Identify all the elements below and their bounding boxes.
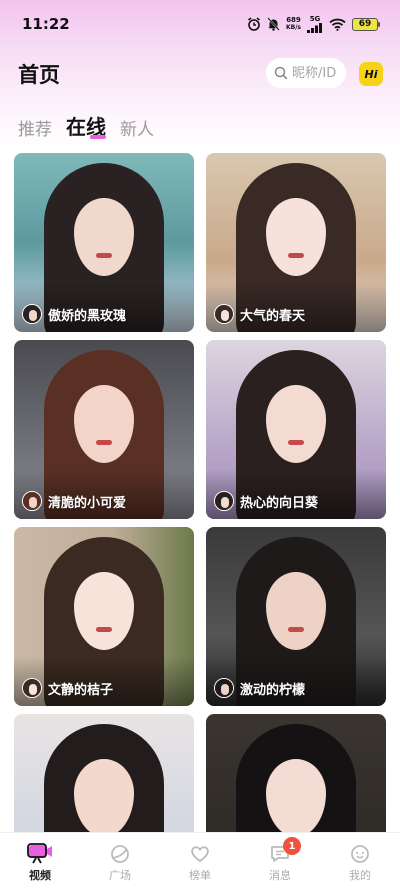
video-icon <box>27 843 53 865</box>
nav-profile[interactable]: 我的 <box>320 843 400 883</box>
avatar <box>22 491 42 511</box>
net-speed-value: 689 <box>286 16 301 24</box>
avatar <box>22 304 42 324</box>
nav-messages[interactable]: 1 消息 <box>240 837 320 883</box>
search-icon <box>274 66 288 80</box>
search-input[interactable] <box>292 65 350 81</box>
avatar <box>214 678 234 698</box>
user-card[interactable]: 大气的春天 <box>206 153 386 332</box>
user-nickname: 文静的桔子 <box>48 682 114 698</box>
avatar <box>214 491 234 511</box>
user-info: 大气的春天 <box>214 304 305 324</box>
unread-badge: 1 <box>283 837 301 855</box>
avatar <box>214 304 234 324</box>
tab-recommend[interactable]: 推荐 <box>18 115 52 140</box>
nav-square[interactable]: 广场 <box>80 843 160 883</box>
wifi-icon <box>329 18 346 31</box>
nav-label: 广场 <box>109 869 131 882</box>
header: 首页 Hi <box>0 56 400 92</box>
status-time: 11:22 <box>22 15 70 33</box>
net-speed-unit: KB/s <box>286 24 301 31</box>
tab-bar: 推荐 在线 新人 <box>18 108 154 140</box>
nav-label: 我的 <box>349 869 371 882</box>
user-nickname: 大气的春天 <box>240 308 306 324</box>
profile-icon <box>349 843 371 865</box>
user-card[interactable]: 傲娇的黑玫瑰 <box>14 153 194 332</box>
avatar <box>22 678 42 698</box>
cellular-signal-icon: 5G <box>307 14 323 33</box>
nav-label: 榜单 <box>189 869 211 882</box>
user-nickname: 傲娇的黑玫瑰 <box>48 308 127 324</box>
user-info: 清脆的小可爱 <box>22 491 126 511</box>
nav-video[interactable]: 视频 <box>0 843 80 883</box>
user-info: 傲娇的黑玫瑰 <box>22 304 126 324</box>
hi-button[interactable]: Hi <box>359 62 383 86</box>
user-nickname: 热心的向日葵 <box>240 495 319 511</box>
alarm-icon <box>247 17 261 31</box>
user-info: 激动的柠檬 <box>214 678 305 698</box>
bottom-nav: 视频 广场 榜单 1 消息 我的 <box>0 832 400 889</box>
user-card[interactable]: 热心的向日葵 <box>206 340 386 519</box>
page-title: 首页 <box>18 63 60 87</box>
status-icons: 689 KB/s 5G 69 <box>247 14 380 33</box>
user-card[interactable]: 清脆的小可爱 <box>14 340 194 519</box>
heart-icon <box>189 843 211 865</box>
user-card-grid: 傲娇的黑玫瑰 大气的春天 清脆的小可爱 热心的向日葵 文静的桔子 激动的柠檬 <box>14 153 386 889</box>
network-type: 5G <box>309 14 321 23</box>
user-nickname: 清脆的小可爱 <box>48 495 127 511</box>
net-speed: 689 KB/s <box>286 16 301 32</box>
battery-indicator: 69 <box>352 17 380 31</box>
planet-icon <box>109 843 131 865</box>
user-info: 热心的向日葵 <box>214 491 318 511</box>
nav-label: 消息 <box>269 869 291 882</box>
status-bar: 11:22 689 KB/s 5G 69 <box>0 0 400 48</box>
tab-new[interactable]: 新人 <box>120 115 154 140</box>
user-card[interactable]: 文静的桔子 <box>14 527 194 706</box>
nav-label: 视频 <box>29 869 51 882</box>
user-info: 文静的桔子 <box>22 678 113 698</box>
user-nickname: 激动的柠檬 <box>240 682 306 698</box>
search-box[interactable] <box>266 58 350 88</box>
mute-bell-icon <box>267 17 280 31</box>
user-card[interactable]: 激动的柠檬 <box>206 527 386 706</box>
nav-ranking[interactable]: 榜单 <box>160 843 240 883</box>
tab-online[interactable]: 在线 <box>66 111 106 140</box>
tab-active-indicator <box>90 135 106 139</box>
